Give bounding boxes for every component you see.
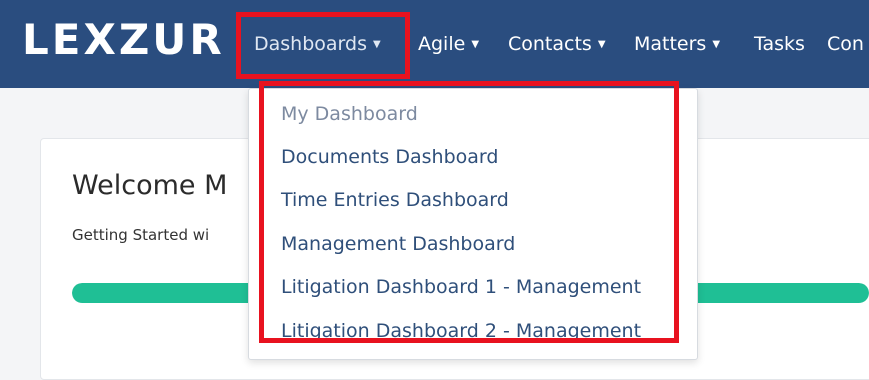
dashboards-highlight-box [236, 12, 410, 79]
nav-con-label: Con [827, 33, 864, 55]
nav-contacts-label: Contacts [508, 33, 592, 55]
nav-tasks[interactable]: Tasks [754, 30, 805, 58]
getting-started-text: Getting Started wi [72, 226, 210, 244]
nav-agile[interactable]: Agile ▼ [418, 30, 479, 58]
nav-contacts[interactable]: Contacts ▼ [508, 30, 606, 58]
nav-matters[interactable]: Matters ▼ [634, 30, 720, 58]
nav-matters-label: Matters [634, 33, 707, 55]
caret-down-icon: ▼ [712, 39, 721, 50]
lexzur-logo[interactable]: LEXZUR [22, 14, 225, 66]
dropdown-highlight-box [259, 81, 679, 343]
caret-down-icon: ▼ [597, 39, 606, 50]
nav-tasks-label: Tasks [754, 33, 805, 55]
nav-agile-label: Agile [418, 33, 466, 55]
nav-con[interactable]: Con [827, 30, 864, 58]
welcome-heading: Welcome M [72, 170, 228, 201]
caret-down-icon: ▼ [471, 39, 480, 50]
top-navbar: LEXZUR Dashboards ▼ Agile ▼ Contacts ▼ Matt… [0, 0, 869, 88]
